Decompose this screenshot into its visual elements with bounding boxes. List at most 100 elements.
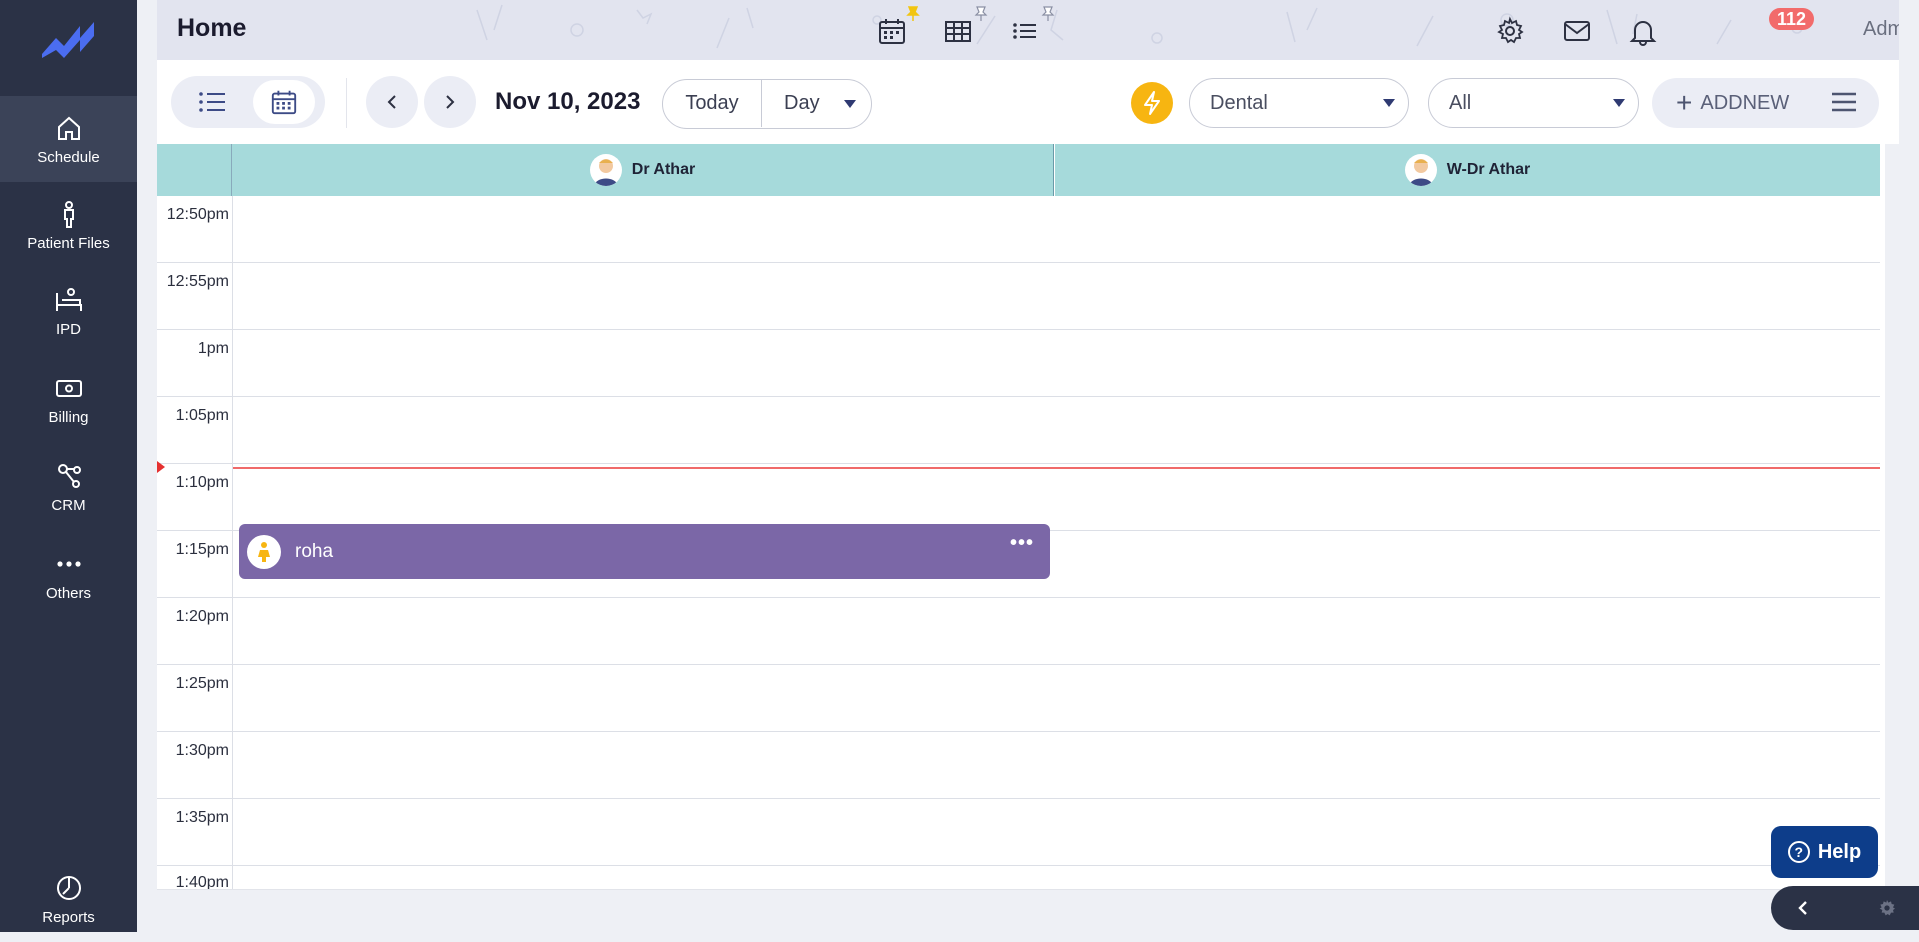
sidebar-item-label: Patient Files	[27, 234, 110, 252]
settings-icon[interactable]	[1495, 16, 1525, 46]
time-label: 1pm	[197, 340, 229, 357]
column-header-dr-athar[interactable]: Dr Athar	[232, 144, 1054, 196]
home-icon	[57, 116, 80, 140]
column-label: Dr Athar	[631, 161, 696, 178]
hamburger-menu-icon[interactable]	[1831, 91, 1857, 113]
filter-select[interactable]: All	[1428, 78, 1639, 128]
list-view-button[interactable]	[181, 80, 243, 124]
sidebar-item-label: IPD	[55, 320, 81, 338]
current-date: Nov 10, 2023	[495, 88, 641, 115]
bell-icon[interactable]	[1628, 16, 1658, 46]
time-label: 1:35pm	[175, 809, 229, 826]
column-label: W-Dr Athar	[1446, 161, 1531, 178]
time-label: 1:30pm	[175, 742, 229, 759]
patient-female-icon	[247, 534, 281, 569]
sidebar-item-label: Reports	[42, 908, 95, 926]
time-label: 1:15pm	[175, 541, 229, 558]
page-title: Home	[177, 14, 247, 42]
view-select[interactable]: Day	[762, 80, 870, 127]
view-toggle	[171, 76, 325, 128]
sidebar-item-label: Billing	[48, 408, 89, 426]
department-select[interactable]: Dental	[1189, 78, 1409, 128]
time-label: 12:55pm	[166, 273, 229, 290]
lightning-icon	[1144, 91, 1160, 115]
time-slot-row[interactable]: 1:10pm	[157, 464, 1880, 531]
time-label: 1:05pm	[175, 407, 229, 424]
quick-action-button[interactable]	[1131, 82, 1173, 124]
bed-icon	[55, 287, 82, 311]
time-column-header	[157, 144, 232, 196]
person-icon	[63, 200, 74, 228]
column-header-w-dr-athar[interactable]: W-Dr Athar	[1055, 144, 1880, 196]
appointment-patient-name: roha	[295, 540, 334, 562]
calendar-view-button[interactable]	[253, 80, 315, 124]
prev-day-button[interactable]	[366, 76, 418, 128]
toolbar-divider	[346, 78, 347, 128]
list-icon[interactable]	[1010, 16, 1040, 46]
network-icon	[57, 463, 81, 488]
pin-icon-active[interactable]	[906, 6, 920, 22]
notification-badge[interactable]: 112	[1769, 8, 1815, 30]
sidebar-item-reports[interactable]: Reports	[0, 856, 137, 942]
chevron-down-icon	[844, 100, 856, 108]
sidebar-item-label: Others	[45, 584, 91, 602]
time-slot-row[interactable]: 1:20pm	[157, 598, 1880, 665]
current-time-marker	[157, 461, 165, 473]
mail-icon[interactable]	[1562, 16, 1592, 46]
chevron-down-icon	[1613, 99, 1625, 107]
doctor-avatar	[1404, 154, 1437, 186]
money-icon	[55, 379, 82, 397]
chevron-right-icon	[446, 95, 455, 109]
appointment-card[interactable]: roha •••	[239, 524, 1050, 579]
help-button[interactable]: ? Help	[1771, 826, 1878, 878]
time-slot-row[interactable]: 1pm	[157, 330, 1880, 397]
next-day-button[interactable]	[424, 76, 476, 128]
sidebar-item-others[interactable]: Others	[0, 532, 137, 618]
bottom-control-panel	[1771, 886, 1919, 930]
current-time-line	[233, 467, 1880, 469]
user-name[interactable]: Administrator	[1863, 18, 1899, 41]
time-slot-row[interactable]: 1:30pm	[157, 732, 1880, 799]
view-select-value: Day	[784, 92, 820, 114]
today-button[interactable]: Today	[663, 80, 762, 127]
sidebar-item-ipd[interactable]: IPD	[0, 268, 137, 354]
time-slot-row[interactable]: 12:50pm	[157, 196, 1880, 263]
doctor-avatar	[589, 154, 622, 186]
time-slot-row[interactable]: 1:40pm	[157, 866, 1880, 890]
day-calendar: Dr Athar W-Dr Athar 12:50pm 12:55pm 1pm …	[157, 144, 1885, 890]
calendar-icon	[271, 90, 297, 115]
date-nav-group: Today Day	[662, 79, 872, 129]
more-options-icon[interactable]: •••	[1010, 532, 1034, 555]
time-label: 12:50pm	[166, 206, 229, 223]
pin-icon[interactable]	[974, 6, 988, 22]
grid-icon[interactable]	[943, 16, 973, 46]
sidebar-item-schedule[interactable]: Schedule	[0, 96, 137, 182]
settings-icon[interactable]	[1877, 898, 1897, 918]
help-label: Help	[1817, 840, 1862, 863]
time-slot-row[interactable]: 1:05pm	[157, 397, 1880, 464]
time-slot-row[interactable]: 12:55pm	[157, 263, 1880, 330]
add-new-button[interactable]: + ADDNEW	[1652, 78, 1879, 128]
pin-icon[interactable]	[1041, 6, 1055, 22]
chevron-left-icon	[387, 95, 396, 109]
time-slot-row[interactable]: 1:35pm	[157, 799, 1880, 866]
dots-icon	[56, 560, 81, 567]
sidebar-item-crm[interactable]: CRM	[0, 444, 137, 530]
plus-icon: +	[1676, 87, 1693, 118]
trend-logo[interactable]	[40, 18, 96, 58]
sidebar-item-label: CRM	[51, 496, 86, 514]
toolbar: Nov 10, 2023 Today Day Dental All + ADDN…	[157, 60, 1899, 144]
chevron-left-icon[interactable]	[1797, 900, 1809, 916]
top-bar: Home 112 Administrator	[157, 0, 1899, 60]
time-slot-row[interactable]: 1:25pm	[157, 665, 1880, 732]
department-select-value: Dental	[1210, 91, 1268, 114]
time-label: 1:40pm	[175, 874, 229, 890]
time-label: 1:10pm	[175, 474, 229, 491]
list-icon	[199, 92, 225, 112]
calendar-icon[interactable]	[877, 16, 907, 46]
sidebar-item-label: Schedule	[37, 148, 100, 166]
chevron-down-icon	[1383, 99, 1395, 107]
sidebar-item-patient-files[interactable]: Patient Files	[0, 182, 137, 268]
sidebar-item-billing[interactable]: Billing	[0, 356, 137, 442]
time-label: 1:20pm	[175, 608, 229, 625]
